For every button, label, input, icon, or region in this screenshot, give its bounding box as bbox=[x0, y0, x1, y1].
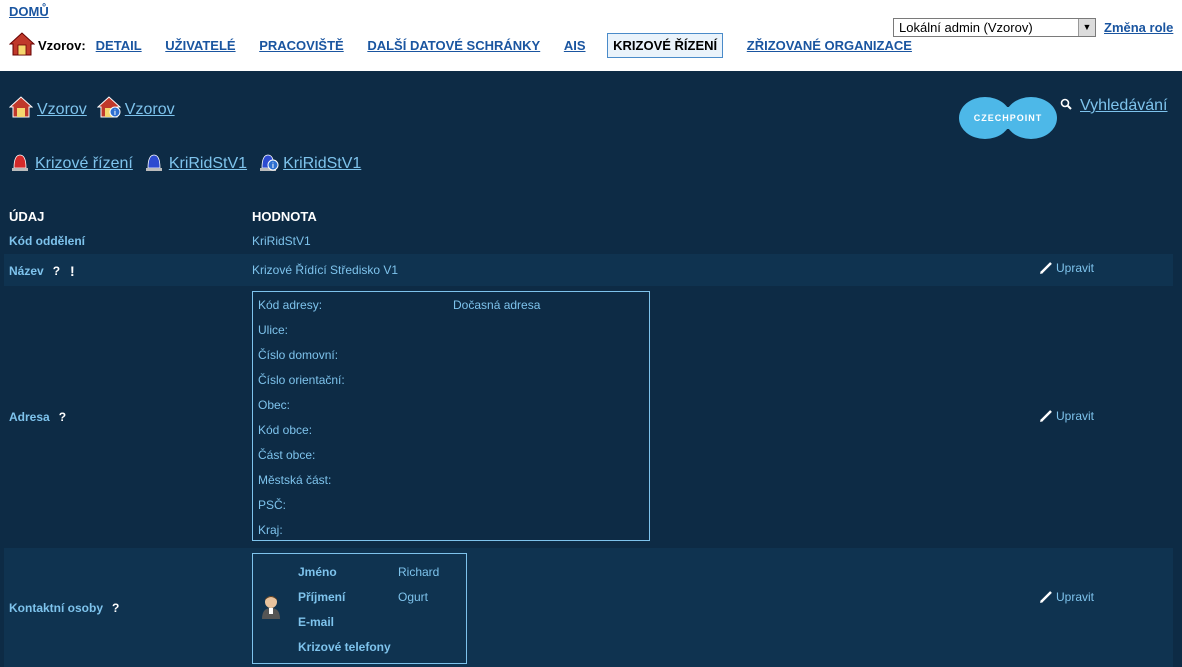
breadcrumb-kriridstv1-link[interactable]: KriRidStV1 bbox=[169, 155, 247, 173]
address-label: Číslo domovní: bbox=[258, 348, 339, 362]
address-label: Část obce: bbox=[258, 448, 316, 462]
row-label-text: Název bbox=[9, 264, 44, 278]
role-select[interactable]: Lokální admin (Vzorov) ▼ bbox=[893, 18, 1096, 37]
role-select-value: Lokální admin (Vzorov) bbox=[899, 20, 1033, 35]
nav-zrizovane-organizace[interactable]: ZŘIZOVANÉ ORGANIZACE bbox=[747, 38, 912, 53]
nav-uzivatele[interactable]: UŽIVATELÉ bbox=[165, 38, 235, 53]
siren-info-icon: i bbox=[257, 150, 279, 177]
address-row: Kód obce: bbox=[258, 423, 312, 437]
address-row: Číslo domovní: bbox=[258, 348, 338, 362]
address-value: Dočasná adresa bbox=[453, 298, 541, 312]
search-link[interactable]: Vyhledávání bbox=[1080, 97, 1167, 115]
czechpoint-logo: CZECHPOINT bbox=[958, 95, 1058, 146]
contact-row: Příjmení Ogurt bbox=[298, 590, 428, 604]
edit-kontakt-button[interactable]: Upravit bbox=[1039, 590, 1094, 604]
edit-label: Upravit bbox=[1056, 590, 1095, 604]
row-label-text: Adresa bbox=[9, 410, 50, 424]
row-label-kod: Kód oddělení bbox=[9, 234, 85, 248]
svg-text:i: i bbox=[272, 163, 274, 170]
address-row: Kraj: bbox=[258, 523, 283, 537]
svg-text:i: i bbox=[114, 110, 116, 117]
address-row: Městská část: bbox=[258, 473, 331, 487]
edit-adresa-button[interactable]: Upravit bbox=[1039, 409, 1094, 423]
org-label: Vzorov: bbox=[38, 37, 86, 53]
breadcrumb-org: Vzorov i Vzorov bbox=[8, 96, 185, 123]
nav-dalsi-datove-schranky[interactable]: DALŠÍ DATOVÉ SCHRÁNKY bbox=[367, 38, 540, 53]
home-link[interactable]: DOMŮ bbox=[9, 4, 49, 19]
breadcrumb-krizove-rizeni-link[interactable]: Krizové řízení bbox=[35, 155, 133, 173]
row-value-nazev: Krizové Řídící Středisko V1 bbox=[252, 263, 399, 277]
address-row: Kód adresy: Dočasná adresa bbox=[258, 298, 540, 312]
help-icon[interactable]: ? bbox=[53, 264, 60, 278]
contact-label: Krizové telefony bbox=[298, 640, 391, 654]
address-row: Obec: bbox=[258, 398, 290, 412]
contact-label: Příjmení bbox=[298, 590, 346, 604]
address-row: PSČ: bbox=[258, 498, 286, 512]
house-info-icon: i bbox=[96, 96, 122, 123]
top-bar: DOMŮ Vzorov: DETAIL UŽIVATELÉ PRACOVIŠTĚ… bbox=[0, 0, 1182, 71]
address-row: Část obce: bbox=[258, 448, 315, 462]
contact-value: Richard bbox=[398, 565, 440, 579]
nav-pracoviste[interactable]: PRACOVIŠTĚ bbox=[259, 38, 344, 53]
search-area: Vyhledávání bbox=[1060, 97, 1167, 115]
pencil-icon bbox=[1040, 591, 1052, 603]
address-row: Ulice: bbox=[258, 323, 288, 337]
contact-value: Ogurt bbox=[398, 590, 429, 604]
table-row: Název ? ! Krizové Řídící Středisko V1 Up… bbox=[4, 254, 1173, 286]
address-label: Kód obce: bbox=[258, 423, 313, 437]
edit-nazev-button[interactable]: Upravit bbox=[1039, 261, 1094, 275]
address-label: Kód adresy: bbox=[258, 298, 323, 312]
address-label: Obec: bbox=[258, 398, 291, 412]
nav-krizove-rizeni[interactable]: KRIZOVÉ ŘÍZENÍ bbox=[607, 32, 724, 58]
role-change-link[interactable]: Změna role bbox=[1104, 20, 1173, 35]
address-box: Kód adresy: Dočasná adresa Ulice: Číslo d… bbox=[252, 291, 650, 541]
contact-row: Krizové telefony bbox=[298, 640, 391, 654]
breadcrumb-kriridstv1-detail-link[interactable]: KriRidStV1 bbox=[283, 155, 361, 173]
edit-label: Upravit bbox=[1056, 261, 1095, 275]
table-row: Kontaktní osoby ? Upravit bbox=[4, 548, 1173, 667]
dropdown-arrow-icon[interactable]: ▼ bbox=[1078, 19, 1095, 36]
nav-ais[interactable]: AIS bbox=[564, 38, 586, 53]
edit-label: Upravit bbox=[1056, 409, 1095, 423]
row-label-kontakt: Kontaktní osoby ? bbox=[9, 601, 119, 615]
contact-label: Jméno bbox=[298, 565, 337, 579]
house-icon bbox=[8, 31, 36, 59]
contact-label: E-mail bbox=[298, 615, 335, 629]
table-row: Kód oddělení KriRidStV1 bbox=[4, 228, 1173, 254]
row-label-adresa: Adresa ? bbox=[9, 410, 66, 424]
row-value-kod: KriRidStV1 bbox=[252, 234, 311, 248]
siren-icon bbox=[143, 150, 165, 177]
contact-row: E-mail bbox=[298, 615, 334, 629]
help-icon[interactable]: ? bbox=[59, 410, 66, 424]
row-label-nazev: Název ? ! bbox=[9, 263, 75, 279]
address-label: Ulice: bbox=[258, 323, 289, 337]
org-navigation: Vzorov: DETAIL UŽIVATELÉ PRACOVIŠTĚ DALŠ… bbox=[8, 30, 932, 60]
main-nav: DETAIL UŽIVATELÉ PRACOVIŠTĚ DALŠÍ DATOVÉ… bbox=[96, 32, 932, 58]
address-label: PSČ: bbox=[258, 498, 287, 512]
help-icon[interactable]: ? bbox=[112, 601, 119, 615]
logo-text: CZECHPOINT bbox=[974, 113, 1043, 123]
breadcrumb-vzorov-link[interactable]: Vzorov bbox=[37, 101, 87, 119]
address-row: Číslo orientační: bbox=[258, 373, 345, 387]
search-icon[interactable] bbox=[1060, 97, 1072, 115]
breadcrumb-krizove: Krizové řízení KriRidStV1 i KriRidStV1 bbox=[9, 150, 371, 177]
house-icon bbox=[8, 96, 34, 123]
breadcrumb-vzorov-detail-link[interactable]: Vzorov bbox=[125, 101, 175, 119]
address-label: Číslo orientační: bbox=[258, 373, 345, 387]
column-header-hodnota: HODNOTA bbox=[252, 209, 317, 224]
contact-row: Jméno Richard bbox=[298, 565, 439, 579]
column-header-udaj: ÚDAJ bbox=[9, 209, 45, 224]
contact-box: Jméno Richard Příjmení Ogurt E-mail Krizov… bbox=[252, 553, 467, 664]
siren-icon bbox=[9, 150, 31, 177]
person-icon bbox=[260, 594, 282, 625]
address-label: Kraj: bbox=[258, 523, 283, 537]
pencil-icon bbox=[1040, 262, 1052, 274]
address-label: Městská část: bbox=[258, 473, 332, 487]
row-label-text: Kód oddělení bbox=[9, 234, 85, 248]
nav-detail[interactable]: DETAIL bbox=[96, 38, 142, 53]
required-icon: ! bbox=[70, 263, 75, 279]
pencil-icon bbox=[1040, 410, 1052, 422]
row-label-text: Kontaktní osoby bbox=[9, 601, 104, 615]
